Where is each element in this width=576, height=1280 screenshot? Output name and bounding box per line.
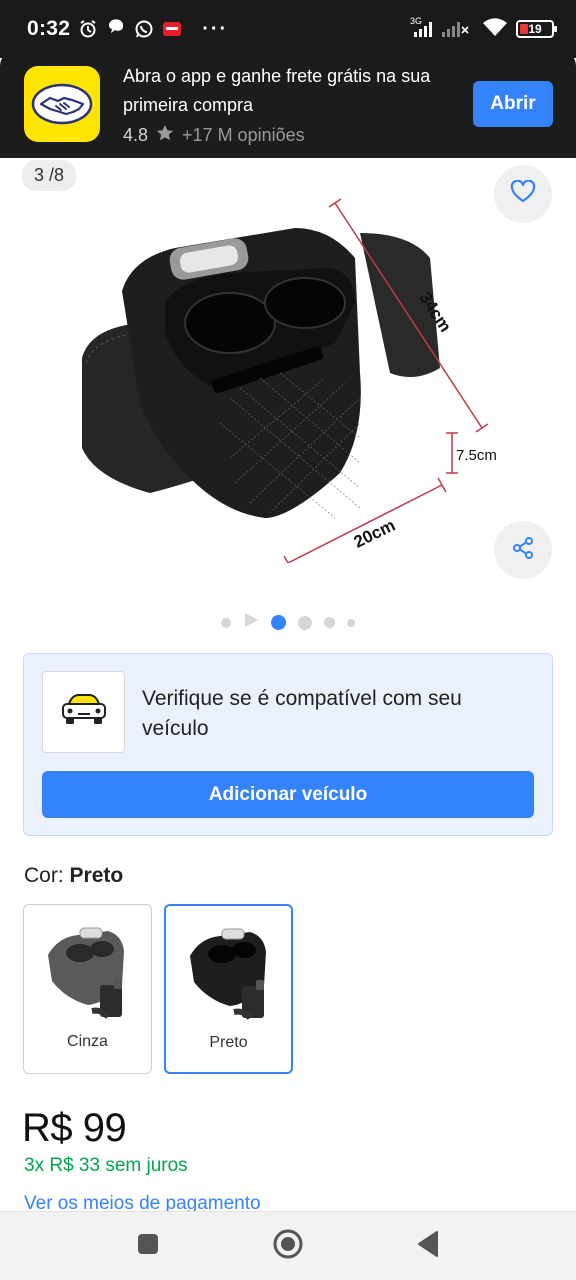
rating-value: 4.8 xyxy=(123,124,149,145)
android-nav-bar xyxy=(0,1211,576,1280)
whatsapp-icon xyxy=(134,19,154,39)
carousel-dot[interactable] xyxy=(324,617,335,628)
chat-bubble-icon xyxy=(106,19,126,39)
banner-title: Abra o app e ganhe frete grátis na sua p… xyxy=(123,65,431,115)
star-icon xyxy=(156,124,174,147)
more-notifications-icon: ··· xyxy=(202,17,229,40)
back-triangle-icon xyxy=(417,1230,439,1262)
banner-rating: 4.8 +17 M opiniões xyxy=(123,124,473,147)
mercado-livre-logo xyxy=(24,66,100,142)
width-dimension: 20cm xyxy=(351,516,398,552)
share-icon xyxy=(510,535,536,566)
app-install-banner: Abra o app e ganhe frete grátis na sua p… xyxy=(0,50,576,158)
add-vehicle-button[interactable]: Adicionar veículo xyxy=(42,771,534,818)
installments-info: 3x R$ 33 sem juros xyxy=(24,1155,188,1176)
review-count: +17 M opiniões xyxy=(182,124,305,145)
open-app-button[interactable]: Abrir xyxy=(473,81,553,127)
color-option-label: Cinza xyxy=(67,1033,108,1050)
network-type: 3G xyxy=(410,16,422,26)
carousel-dot[interactable] xyxy=(298,615,312,630)
favorite-button[interactable] xyxy=(494,165,552,223)
status-time: 0:32 xyxy=(27,17,71,40)
selected-color: Preto xyxy=(69,864,124,887)
heart-icon xyxy=(510,179,536,209)
car-icon-box xyxy=(42,671,125,753)
height-dimension: 7.5cm xyxy=(456,447,497,464)
color-option-cinza[interactable]: Cinza xyxy=(23,904,152,1074)
color-label-prefix: Cor: xyxy=(24,864,70,887)
product-price: R$ 99 xyxy=(22,1106,127,1150)
color-option-preto[interactable]: Preto xyxy=(164,904,293,1074)
product-gallery[interactable]: 3 /8 34cm 7.5cm 20cm xyxy=(0,158,576,598)
car-icon xyxy=(59,690,109,735)
carousel-dot-active[interactable] xyxy=(271,615,286,630)
square-icon xyxy=(137,1233,159,1260)
signal-icon: 3G xyxy=(410,15,474,44)
battery-indicator: 19 xyxy=(516,20,557,38)
notification-icons: ··· xyxy=(78,18,228,41)
color-option-label: Preto xyxy=(209,1034,248,1051)
compatibility-text: Verifique se é compatível com seu veícul… xyxy=(142,687,462,740)
battery-level: 19 xyxy=(528,22,542,36)
share-button[interactable] xyxy=(494,521,552,579)
ifood-icon xyxy=(162,19,182,39)
color-thumbnail xyxy=(48,927,124,1019)
carousel-dot[interactable] xyxy=(347,618,355,627)
home-circle-icon xyxy=(272,1228,304,1265)
recent-apps-button[interactable] xyxy=(128,1226,168,1266)
image-counter: 3 /8 xyxy=(22,160,77,191)
back-button[interactable] xyxy=(408,1226,448,1266)
vehicle-compatibility-card: Verifique se é compatível com seu veícul… xyxy=(23,653,553,836)
video-play-icon[interactable] xyxy=(243,612,259,633)
color-thumbnail xyxy=(190,928,266,1020)
carousel-dot[interactable] xyxy=(221,617,231,628)
alarm-icon xyxy=(78,19,98,39)
wifi-icon xyxy=(482,16,508,43)
color-label: Cor: Preto xyxy=(24,864,123,888)
system-icons: 3G 19 xyxy=(410,15,557,44)
product-image[interactable]: 34cm 7.5cm 20cm xyxy=(70,173,500,563)
banner-text: Abra o app e ganhe frete grátis na sua p… xyxy=(123,62,473,147)
home-button[interactable] xyxy=(268,1226,308,1266)
carousel-indicator[interactable] xyxy=(0,612,576,633)
